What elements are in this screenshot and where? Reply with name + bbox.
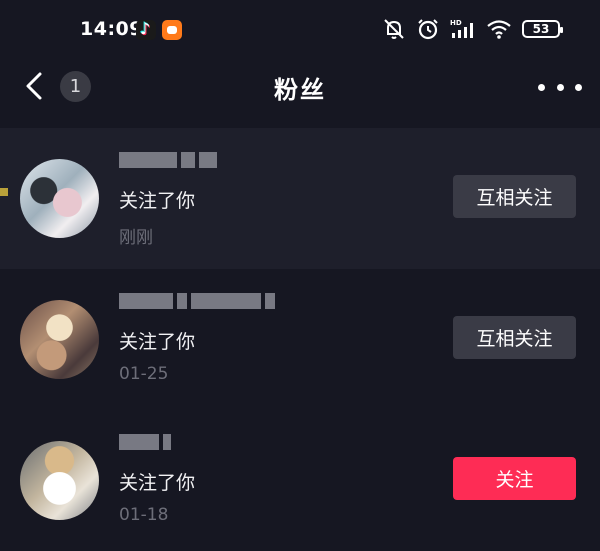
alarm-icon <box>418 19 438 40</box>
avatar[interactable] <box>20 159 99 238</box>
mute-icon <box>384 19 404 39</box>
follower-item[interactable]: 关注了你 刚刚 互相关注 <box>0 128 600 269</box>
tiktok-icon <box>136 19 156 40</box>
follower-item[interactable]: 关注了你 01-25 互相关注 <box>0 269 600 410</box>
status-icons: HD 53 <box>382 16 563 42</box>
follow-time: 01-25 <box>119 364 169 384</box>
follow-action-text: 关注了你 <box>119 331 196 353</box>
svg-text:HD: HD <box>450 19 462 27</box>
follower-item[interactable]: 关注了你 01-18 关注 <box>0 410 600 551</box>
username-blurred <box>119 151 217 169</box>
follow-time: 刚刚 <box>119 228 153 248</box>
more-dot <box>556 83 564 91</box>
nav-bar: 1 粉丝 <box>0 60 600 122</box>
mutual-follow-button[interactable]: 互相关注 <box>453 316 576 359</box>
page-title: 粉丝 <box>274 76 326 104</box>
username-blurred <box>119 433 171 451</box>
signal-icon: HD <box>450 19 473 38</box>
more-dot <box>575 83 582 91</box>
more-dot <box>538 83 545 91</box>
status-bar: 14:09 HD 53 <box>0 0 600 60</box>
new-indicator <box>0 188 8 196</box>
avatar[interactable] <box>20 441 99 520</box>
battery-icon: 53 <box>522 20 563 38</box>
more-icon[interactable] <box>538 75 582 99</box>
battery-level: 53 <box>532 22 550 36</box>
follow-action-text: 关注了你 <box>119 472 196 494</box>
wifi-icon <box>487 20 511 39</box>
avatar[interactable] <box>20 300 99 379</box>
username-blurred <box>119 292 275 310</box>
follower-list: 关注了你 刚刚 互相关注 关注了你 01-25 互相关注 关注了你 01-18 … <box>0 128 600 551</box>
status-time: 14:09 <box>80 18 143 40</box>
follow-action-text: 关注了你 <box>119 190 196 212</box>
follow-button[interactable]: 关注 <box>453 457 576 500</box>
mutual-follow-button[interactable]: 互相关注 <box>453 175 576 218</box>
follow-time: 01-18 <box>119 505 169 525</box>
app-notification-icon <box>162 20 182 40</box>
